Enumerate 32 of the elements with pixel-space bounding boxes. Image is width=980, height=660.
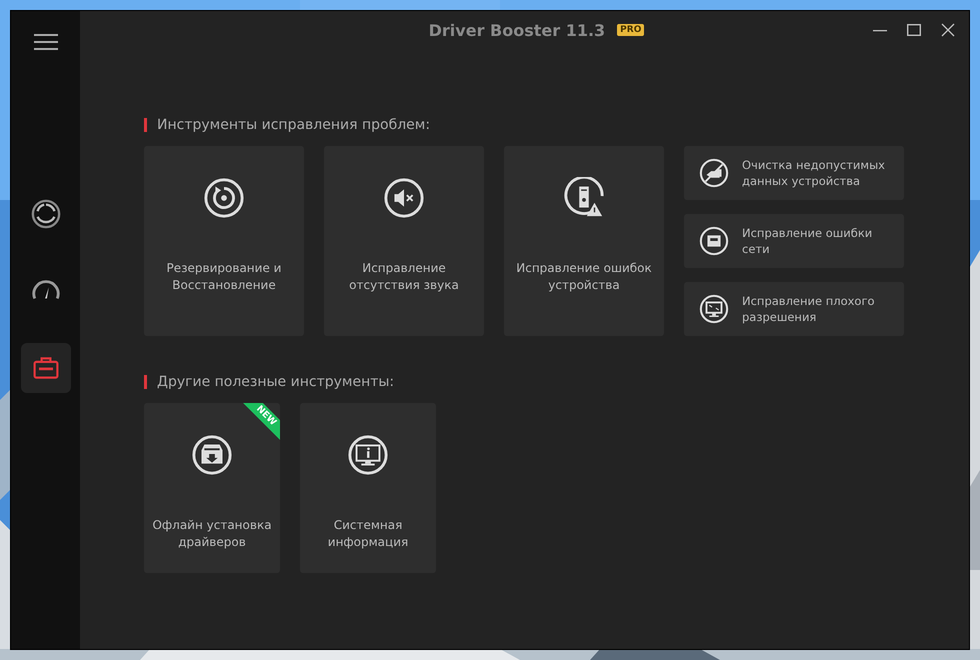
tool-label: Очистка недопустимых данных устройства	[742, 157, 886, 189]
tool-card[interactable]: Исправление ошибки сети	[684, 214, 904, 268]
tool-label: Исправление плохого разрешения	[742, 293, 876, 325]
tool-card[interactable]: Исправление ошибок устройства	[504, 146, 664, 336]
tool-label: Исправление отсутствия звука	[348, 260, 460, 294]
network-port-icon	[699, 226, 729, 256]
device-warning-icon	[563, 177, 605, 219]
close-icon[interactable]	[941, 23, 955, 37]
tool-label: Офлайн установка драйверов	[151, 517, 273, 551]
window-title: Driver Booster 11.3	[428, 20, 606, 40]
monitor-icon	[699, 294, 729, 324]
pro-badge: PRO	[617, 24, 644, 36]
download-box-icon	[191, 434, 233, 476]
section-heading: Другие полезные инструменты:	[157, 374, 394, 390]
tool-card[interactable]: Очистка недопустимых данных устройства	[684, 146, 904, 200]
menu-icon[interactable]	[34, 34, 58, 50]
tool-card[interactable]: Исправление плохого разрешения	[684, 282, 904, 336]
plug-blocked-icon	[699, 158, 729, 188]
tool-label: Исправление ошибки сети	[742, 225, 874, 257]
tool-label: Резервирование и Восстановление	[166, 260, 282, 294]
section-heading: Инструменты исправления проблем:	[157, 117, 430, 133]
maximize-icon[interactable]	[907, 23, 921, 37]
tool-card[interactable]: Системная информация	[300, 403, 436, 573]
restore-icon	[203, 177, 245, 219]
mute-icon	[383, 177, 425, 219]
tool-label: Системная информация	[326, 517, 410, 551]
toolbox-tab[interactable]	[20, 343, 70, 393]
scan-icon	[30, 199, 60, 229]
tool-label: Исправление ошибок устройства	[515, 260, 653, 294]
tool-card[interactable]: Исправление отсутствия звука	[324, 146, 484, 336]
monitor-info-icon	[347, 434, 389, 476]
tool-card[interactable]: Резервирование и Восстановление	[144, 146, 304, 336]
